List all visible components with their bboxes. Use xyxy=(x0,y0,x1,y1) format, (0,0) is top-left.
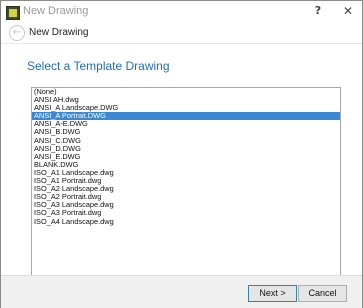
template-list-item[interactable]: ISO_A4 Landscape.dwg xyxy=(32,217,340,226)
dialog-footer: Next > Cancel xyxy=(1,275,362,308)
window-title: New Drawing xyxy=(23,5,89,17)
page-title: New Drawing xyxy=(29,27,89,38)
new-drawing-dialog: New Drawing ? ✕ ← New Drawing Select a T… xyxy=(0,0,363,308)
next-button[interactable]: Next > xyxy=(248,285,297,302)
section-heading: Select a Template Drawing xyxy=(27,59,170,73)
template-list-item[interactable]: ANSI_E.DWG xyxy=(32,152,340,161)
nav-bar: ← New Drawing xyxy=(1,23,362,43)
app-icon xyxy=(6,6,20,20)
title-bar: New Drawing ? ✕ xyxy=(1,1,362,23)
back-arrow-icon[interactable]: ← xyxy=(9,25,25,41)
help-button[interactable]: ? xyxy=(307,1,329,21)
cancel-button[interactable]: Cancel xyxy=(298,285,347,302)
template-listbox[interactable]: (None) ANSI AH.dwg ANSI_A Landscape.DWG ANS… xyxy=(31,87,341,289)
wizard-content: Select a Template Drawing (None) ANSI AH.… xyxy=(1,43,362,289)
app-icon-mark xyxy=(9,9,17,17)
close-button[interactable]: ✕ xyxy=(335,1,361,21)
